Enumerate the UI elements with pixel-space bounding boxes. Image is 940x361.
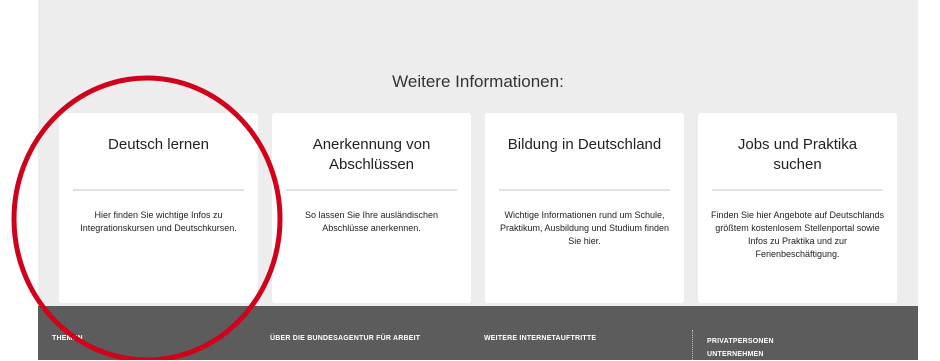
card-description: Wichtige Informationen rund um Schule, P… xyxy=(499,210,670,246)
card-divider xyxy=(73,189,244,191)
card-bildung[interactable]: Bildung in Deutschland Wichtige Informat… xyxy=(485,113,684,303)
footer-divider xyxy=(692,330,693,360)
footer-link-weitere-auftritte[interactable]: WEITERE INTERNETAUFTRITTE xyxy=(484,335,596,342)
card-title[interactable]: Anerkennung von Abschlüssen xyxy=(272,135,471,175)
card-description: Hier finden Sie wichtige Infos zu Integr… xyxy=(80,210,237,233)
footer-link-ueber-ba[interactable]: ÜBER DIE BUNDESAGENTUR FÜR ARBEIT xyxy=(270,335,420,342)
section-title: Weitere Informationen: xyxy=(392,72,564,91)
card-description: So lassen Sie Ihre ausländischen Abschlü… xyxy=(304,210,439,233)
card-divider xyxy=(286,189,457,191)
card-title[interactable]: Jobs und Praktika suchen xyxy=(698,135,897,175)
card-jobs-praktika[interactable]: Jobs und Praktika suchen Finden Sie hier… xyxy=(698,113,897,303)
footer-link-themen[interactable]: THEMEN xyxy=(52,335,83,342)
footer-link-privatpersonen[interactable]: PRIVATPERSONEN xyxy=(707,335,774,348)
footer-link-unternehmen[interactable]: UNTERNEHMEN xyxy=(707,348,774,361)
card-description: Finden Sie hier Angebote auf Deutschland… xyxy=(710,210,885,259)
card-divider xyxy=(712,189,883,191)
card-title[interactable]: Deutsch lernen xyxy=(59,135,258,155)
card-title[interactable]: Bildung in Deutschland xyxy=(485,135,684,155)
card-deutsch-lernen[interactable]: Deutsch lernen Hier finden Sie wichtige … xyxy=(59,113,258,303)
card-anerkennung[interactable]: Anerkennung von Abschlüssen So lassen Si… xyxy=(272,113,471,303)
footer-audience-list: PRIVATPERSONEN UNTERNEHMEN xyxy=(707,335,774,361)
site-footer: THEMEN ÜBER DIE BUNDESAGENTUR FÜR ARBEIT… xyxy=(38,306,918,360)
card-divider xyxy=(499,189,670,191)
